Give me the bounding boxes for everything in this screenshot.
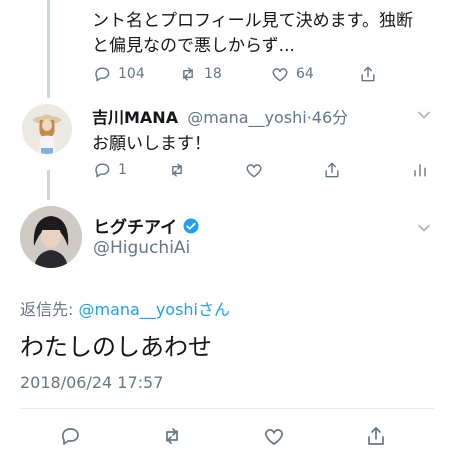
tweet1-text-cut-line: [92, 0, 432, 9]
tweet1-like-count: 64: [296, 66, 314, 82]
tweet2-share-button[interactable]: [322, 160, 342, 180]
share-icon: [361, 66, 375, 82]
reply-to-line: 返信先: @mana__yoshiさん: [20, 296, 230, 320]
share-icon: [325, 162, 339, 178]
heart-icon: [265, 429, 283, 445]
tweet1-retweet-button[interactable]: 18: [178, 64, 222, 84]
main-tweet-retweet-button[interactable]: [160, 424, 184, 448]
share-icon: [368, 427, 384, 445]
tweet2-reply-count: 1: [118, 162, 127, 178]
tweet2-like-button[interactable]: [244, 160, 264, 180]
tweet2-text: お願いします！: [92, 134, 211, 154]
retweet-icon: [172, 163, 182, 177]
tweet1-share-button[interactable]: [358, 64, 378, 84]
tweet2-avatar[interactable]: [22, 104, 72, 154]
main-tweet-text: わたしのしあわせ: [20, 333, 212, 361]
tweet1-text: ント名とプロフィール見て決めます。独断 と偏見なので悪しからず...: [92, 0, 432, 59]
main-tweet-reply-button[interactable]: [58, 424, 82, 448]
analytics-icon: [414, 164, 426, 177]
tweet1-retweet-count: 18: [204, 66, 222, 82]
tweet1-text-line-1: ント名とプロフィール見て決めます。独断: [92, 11, 413, 31]
timestamp-divider: [20, 408, 434, 409]
main-tweet-timestamp[interactable]: 2018/06/24 17:57: [20, 373, 163, 392]
verified-badge-icon: [183, 218, 199, 233]
retweet-icon: [166, 428, 178, 444]
tweet1-text-line-2: と偏見なので悪しからず...: [92, 36, 295, 56]
thread-line-mid: [47, 170, 50, 200]
tweet2-retweet-button[interactable]: [167, 160, 187, 180]
tweet2-display-name[interactable]: 吉川MANA: [92, 108, 178, 127]
chevron-down-icon: [418, 224, 430, 232]
tweet2-time: 46分: [311, 108, 349, 127]
tweet2-header: 吉川MANA @mana__yoshi·46分: [92, 104, 348, 128]
retweet-icon: [183, 67, 193, 81]
reply-to-prefix: 返信先:: [20, 300, 79, 319]
main-tweet-share-button[interactable]: [364, 424, 388, 448]
main-tweet-menu-button[interactable]: [417, 220, 431, 234]
tweet1-like-button[interactable]: 64: [270, 64, 314, 84]
heart-icon: [272, 68, 288, 82]
thread-line-top: [47, 0, 50, 98]
tweet1-reply-button[interactable]: 104: [92, 64, 145, 84]
tweet2-reply-button[interactable]: 1: [92, 160, 127, 180]
chevron-down-icon: [418, 111, 430, 119]
main-tweet-handle[interactable]: @HiguchiAi: [93, 238, 190, 258]
main-tweet-avatar-image: [20, 206, 82, 268]
reply-icon: [95, 67, 110, 82]
reply-to-handle-link[interactable]: @mana__yoshi: [78, 300, 198, 319]
reply-icon: [61, 428, 79, 445]
main-tweet-header: ヒグチアイ: [93, 213, 200, 238]
tweet2-avatar-image: [22, 104, 72, 154]
tweet2-menu-button[interactable]: [417, 107, 431, 121]
tweet2-analytics-button[interactable]: [410, 160, 430, 180]
main-tweet-like-button[interactable]: [262, 424, 286, 448]
main-tweet-avatar[interactable]: [20, 206, 82, 268]
tweet1-reply-count: 104: [118, 66, 145, 82]
tweet2-handle[interactable]: @mana__yoshi: [187, 108, 307, 127]
main-tweet-display-name[interactable]: ヒグチアイ: [93, 213, 177, 238]
heart-icon: [246, 164, 262, 178]
reply-to-suffix: さん: [198, 300, 231, 319]
reply-icon: [95, 163, 110, 178]
